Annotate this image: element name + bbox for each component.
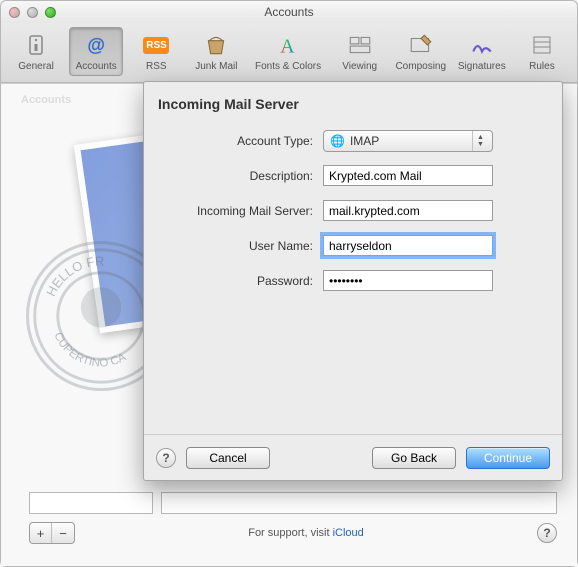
account-type-select[interactable]: 🌐 IMAP ▲▼ xyxy=(323,130,493,152)
toolbar-label: Rules xyxy=(529,61,555,72)
username-input[interactable] xyxy=(323,235,493,256)
preferences-toolbar: General @ Accounts RSS RSS Junk Mail A F… xyxy=(1,23,577,83)
add-account-button[interactable]: + xyxy=(30,523,52,543)
toolbar-item-composing[interactable]: Composing xyxy=(393,27,449,76)
compose-icon xyxy=(407,31,435,59)
goback-button[interactable]: Go Back xyxy=(372,447,456,469)
label-username: User Name: xyxy=(158,239,323,253)
account-type-value: IMAP xyxy=(350,134,379,148)
preferences-window: Accounts General @ Accounts RSS RSS Junk… xyxy=(0,0,578,567)
label-description: Description: xyxy=(158,169,323,183)
fonts-colors-icon: A xyxy=(274,31,302,59)
toolbar-label: Junk Mail xyxy=(195,61,237,72)
label-account-type: Account Type: xyxy=(158,134,323,148)
toolbar-item-rules[interactable]: Rules xyxy=(515,27,569,76)
bottom-field-small[interactable] xyxy=(29,492,153,514)
password-input[interactable] xyxy=(323,270,493,291)
sheet-footer: ? Cancel Go Back Continue xyxy=(144,434,562,480)
bottom-controls: + − For support, visit iCloud ? xyxy=(1,486,577,566)
help-button-bottom[interactable]: ? xyxy=(537,523,557,543)
support-prefix: For support, visit xyxy=(248,527,332,539)
bottom-field-wide[interactable] xyxy=(161,492,557,514)
support-text: For support, visit iCloud xyxy=(75,527,537,539)
description-input[interactable] xyxy=(323,165,493,186)
minimize-window-button[interactable] xyxy=(27,7,38,18)
traffic-lights xyxy=(9,7,56,18)
viewing-icon xyxy=(346,31,374,59)
toolbar-label: Composing xyxy=(395,61,446,72)
toolbar-label: General xyxy=(18,61,54,72)
toolbar-item-rss[interactable]: RSS RSS xyxy=(129,27,183,76)
toolbar-label: Viewing xyxy=(342,61,377,72)
rss-icon: RSS xyxy=(142,31,170,59)
window-title: Accounts xyxy=(1,5,577,19)
toolbar-item-signatures[interactable]: Signatures xyxy=(455,27,509,76)
cancel-button[interactable]: Cancel xyxy=(186,447,270,469)
toolbar-item-accounts[interactable]: @ Accounts xyxy=(69,27,123,76)
sheet-title: Incoming Mail Server xyxy=(158,96,546,112)
rules-icon xyxy=(528,31,556,59)
support-link[interactable]: iCloud xyxy=(333,527,364,539)
toolbar-item-junk[interactable]: Junk Mail xyxy=(189,27,243,76)
toolbar-item-viewing[interactable]: Viewing xyxy=(333,27,387,76)
at-sign-icon: @ xyxy=(82,31,110,59)
incoming-mail-server-sheet: Incoming Mail Server Account Type: 🌐 IMA… xyxy=(143,81,563,481)
chevron-up-down-icon: ▲▼ xyxy=(472,131,488,151)
toolbar-label: RSS xyxy=(146,61,167,72)
help-button-sheet[interactable]: ? xyxy=(156,448,176,468)
toolbar-label: Accounts xyxy=(76,61,117,72)
add-remove-segmented: + − xyxy=(29,522,75,544)
toolbar-label: Signatures xyxy=(458,61,506,72)
incoming-server-input[interactable] xyxy=(323,200,493,221)
signature-icon xyxy=(468,31,496,59)
junk-mail-icon xyxy=(202,31,230,59)
zoom-window-button[interactable] xyxy=(45,7,56,18)
continue-button[interactable]: Continue xyxy=(466,447,550,469)
svg-text:A: A xyxy=(280,37,294,58)
label-incoming-server: Incoming Mail Server: xyxy=(158,204,323,218)
titlebar: Accounts xyxy=(1,1,577,23)
toolbar-item-fonts[interactable]: A Fonts & Colors xyxy=(249,27,326,76)
toolbar-item-general[interactable]: General xyxy=(9,27,63,76)
switch-icon xyxy=(22,31,50,59)
label-password: Password: xyxy=(158,274,323,288)
remove-account-button[interactable]: − xyxy=(52,523,74,543)
close-window-button[interactable] xyxy=(9,7,20,18)
globe-icon: 🌐 xyxy=(330,134,345,148)
toolbar-label: Fonts & Colors xyxy=(255,61,321,72)
